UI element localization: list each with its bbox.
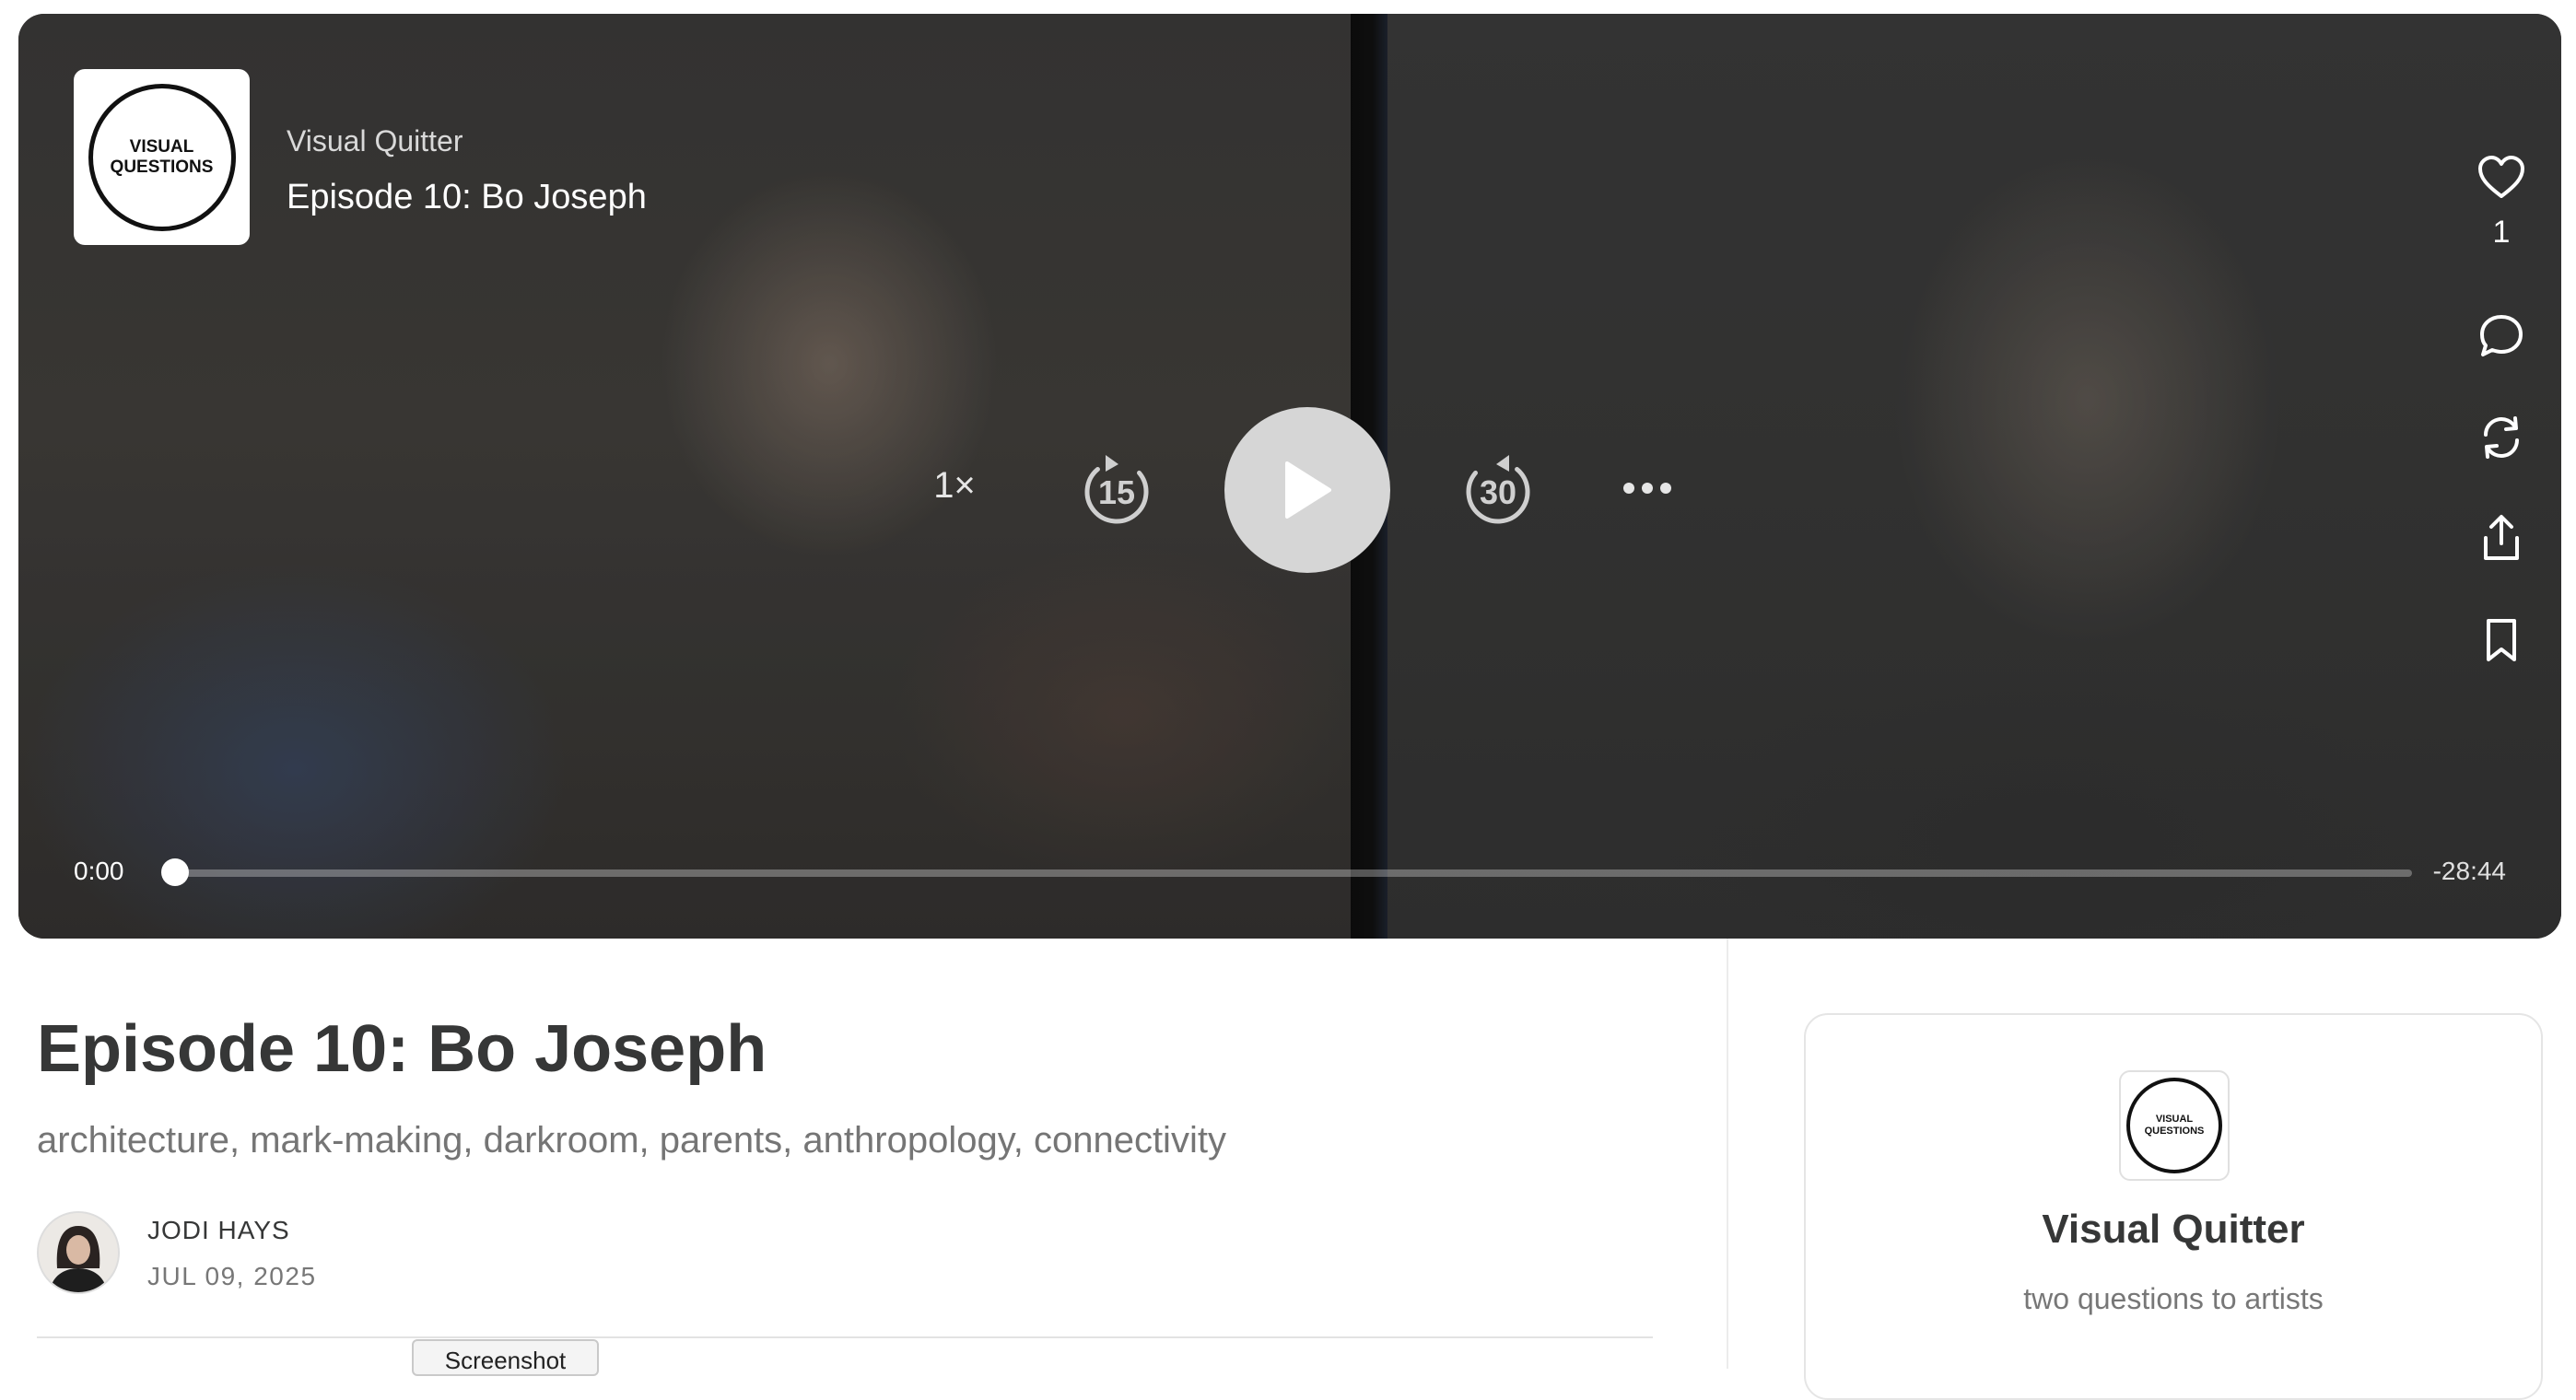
comment-button[interactable]: [2469, 304, 2534, 368]
bookmark-button[interactable]: [2469, 608, 2534, 672]
publication-name[interactable]: Visual Quitter: [1806, 1207, 2541, 1253]
screenshot-tooltip: Screenshot: [412, 1339, 599, 1376]
publication-card[interactable]: VISUAL QUESTIONS Visual Quitter two quest…: [1804, 1013, 2543, 1400]
cover-logo-line1: VISUAL: [129, 136, 194, 157]
video-player[interactable]: VISUAL QUESTIONS Visual Quitter Episode 1…: [18, 14, 2561, 939]
publication-logo-line2: QUESTIONS: [2144, 1126, 2205, 1137]
player-episode-title[interactable]: Episode 10: Bo Joseph: [287, 178, 647, 217]
post-title: Episode 10: Bo Joseph: [37, 1012, 767, 1086]
publication-logo-ring: VISUAL QUESTIONS: [2126, 1078, 2222, 1173]
play-icon: [1285, 461, 1331, 519]
author-photo: [39, 1213, 118, 1292]
post-subtitle: architecture, mark-making, darkroom, par…: [37, 1120, 1226, 1161]
post-date: JUL 09, 2025: [147, 1262, 317, 1290]
publication-logo[interactable]: VISUAL QUESTIONS: [2119, 1070, 2230, 1181]
more-horizontal-icon: [1623, 483, 1671, 494]
skip-forward-button[interactable]: 30: [1459, 451, 1537, 529]
time-elapsed: 0:00: [74, 857, 124, 885]
bookmark-icon: [2487, 619, 2516, 661]
share-button[interactable]: [2469, 507, 2534, 571]
restack-button[interactable]: [2469, 405, 2534, 470]
player-publication-name[interactable]: Visual Quitter: [287, 124, 463, 158]
cover-logo: VISUAL QUESTIONS: [88, 83, 236, 231]
like-count: 1: [2492, 215, 2511, 250]
share-icon: [2484, 515, 2519, 560]
author-avatar[interactable]: [37, 1211, 120, 1294]
progress-track[interactable]: [175, 869, 2412, 877]
progress-scrubber-handle[interactable]: [161, 858, 189, 886]
like-button[interactable]: [2469, 146, 2534, 210]
comment-icon: [2480, 315, 2523, 356]
author-name[interactable]: JODI HAYS: [147, 1216, 290, 1245]
content-divider: [37, 1336, 1653, 1338]
publication-tagline: two questions to artists: [2023, 1282, 2324, 1315]
sidebar-divider: [1727, 939, 1728, 1369]
play-button[interactable]: [1224, 407, 1390, 573]
playback-speed-button[interactable]: 1×: [927, 465, 982, 507]
time-remaining: -28:44: [2432, 857, 2506, 885]
podcast-cover-art[interactable]: VISUAL QUESTIONS: [74, 69, 250, 245]
restack-icon: [2484, 416, 2519, 459]
skip-back-button[interactable]: 15: [1078, 451, 1155, 529]
cover-logo-line2: QUESTIONS: [110, 157, 214, 177]
skip-forward-seconds: 30: [1479, 473, 1517, 511]
skip-back-seconds: 15: [1097, 473, 1136, 511]
heart-icon: [2478, 156, 2524, 198]
more-options-button[interactable]: [1620, 465, 1675, 511]
publication-logo-line1: VISUAL: [2155, 1114, 2194, 1125]
